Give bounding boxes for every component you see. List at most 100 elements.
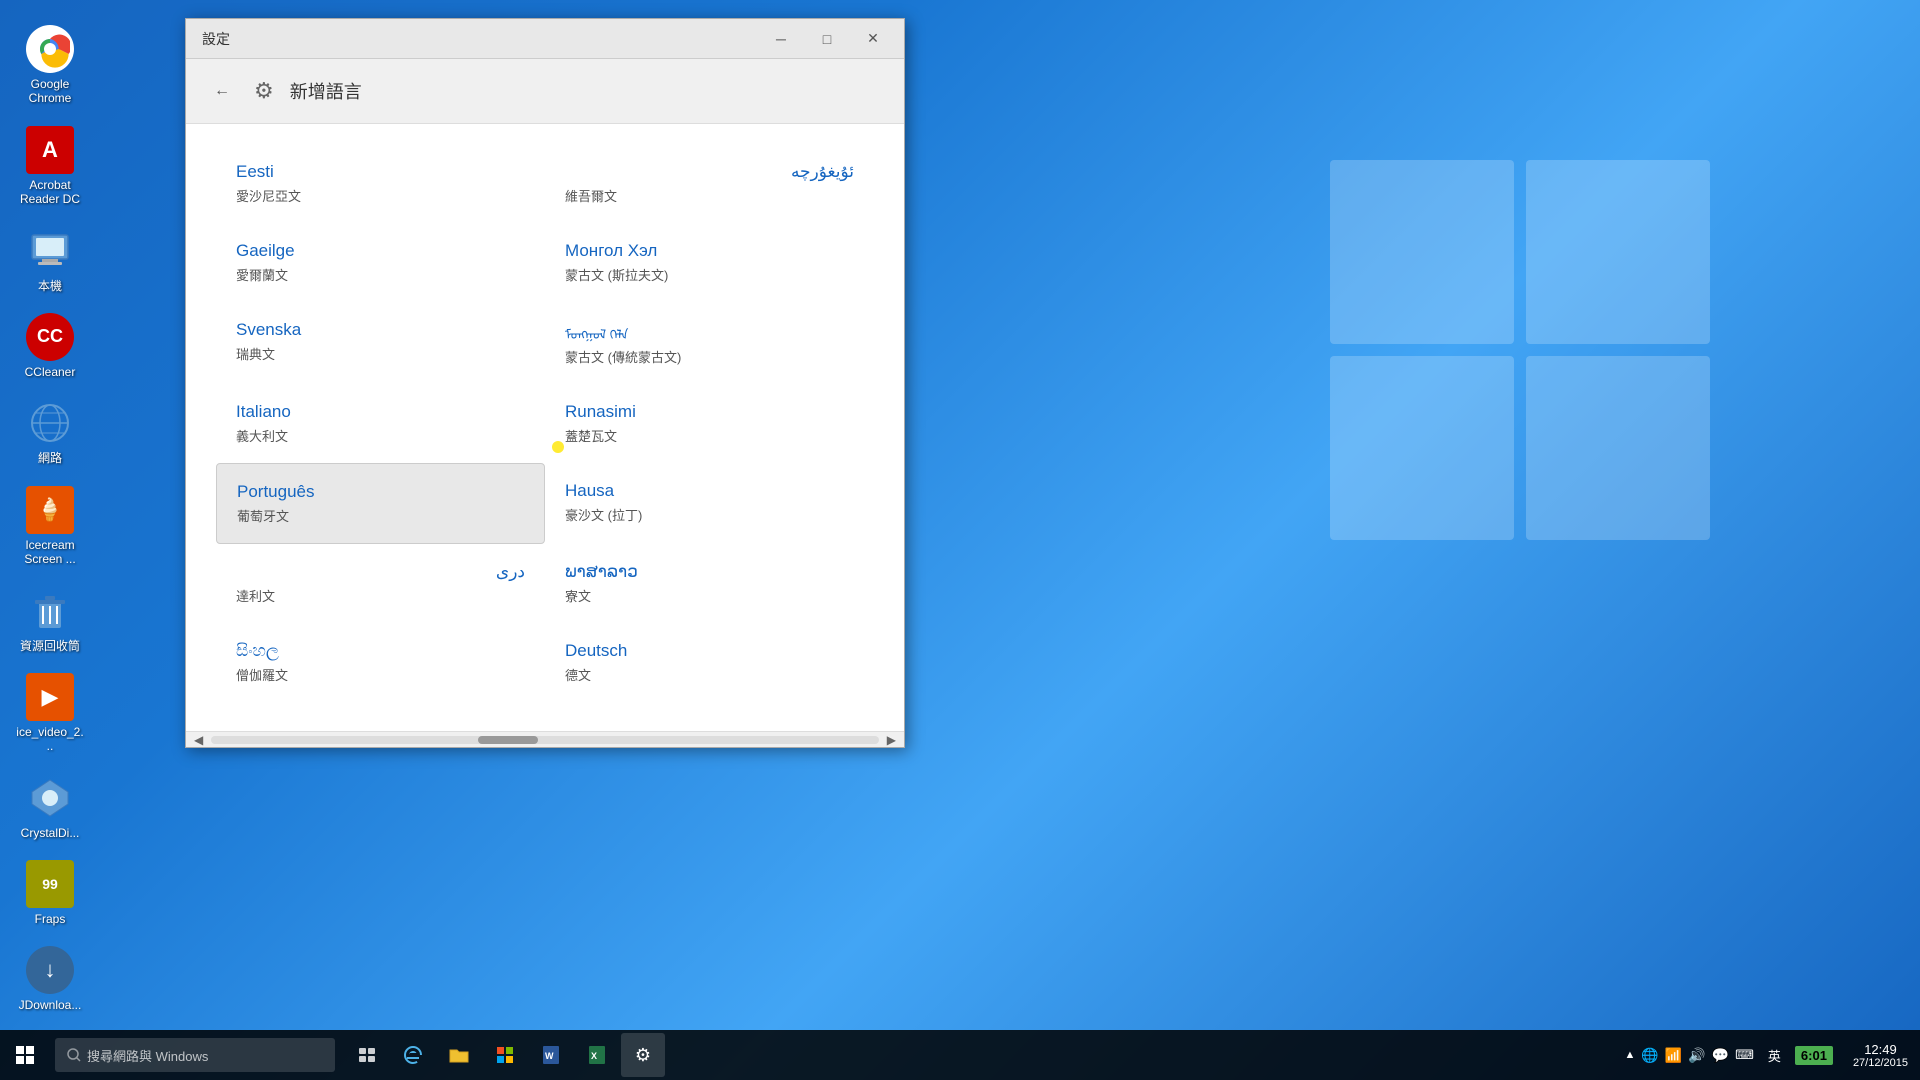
chrome-label: Google Chrome: [15, 77, 85, 106]
taskbar-tray: ▲ 🌐 📶 🔊 💬 ⌨ 英 6:01 12:49 27/12/2015: [1616, 1030, 1920, 1080]
lang-name-lao: ພາສາລາວ: [565, 562, 854, 582]
mycomputer-label: 本機: [38, 279, 62, 293]
window-titlebar: 設定 ─ □ ✕: [186, 19, 904, 59]
lang-native-gaeilge: 愛爾蘭文: [236, 265, 525, 284]
lang-native-uyghur: 維吾爾文: [565, 186, 854, 205]
lang-native-hausa: 豪沙文 (拉丁): [565, 505, 854, 524]
lang-item-hausa[interactable]: Hausa 豪沙文 (拉丁): [545, 463, 874, 544]
lang-name-sinhala: සිංහල: [236, 641, 525, 661]
recycle-label: 資源回收筒: [20, 639, 80, 653]
lang-name-dari: دری: [236, 562, 525, 582]
lang-item-deutsch[interactable]: Deutsch 德文: [545, 623, 874, 702]
lang-item-lao[interactable]: ພາສາລາວ 寮文: [545, 544, 874, 623]
scroll-right-button[interactable]: ▶: [887, 733, 896, 747]
lang-native-dari: 達利文: [236, 586, 525, 605]
lang-item-mongolian-trad[interactable]: ᠮᠣᠩᠭᠣᠯ ᠬᠡᠯᠡ 蒙古文 (傳統蒙古文): [545, 302, 874, 384]
desktop-icon-network[interactable]: 網路: [10, 394, 90, 470]
desktop-icon-area: Google Chrome A AcrobatReader DC 本機: [0, 10, 200, 1040]
search-placeholder: 搜尋網路與 Windows: [87, 1046, 208, 1065]
lang-item-sinhala[interactable]: සිංහල 僧伽羅文: [216, 623, 545, 702]
spreadsheet-button[interactable]: X: [575, 1033, 619, 1077]
lang-item-eesti[interactable]: Eesti 愛沙尼亞文: [216, 144, 545, 223]
lang-item-uyghur[interactable]: ئۇيغۇرچە 維吾爾文: [545, 144, 874, 223]
lang-name-italiano: Italiano: [236, 402, 525, 422]
language-grid: Eesti 愛沙尼亞文 ئۇيغۇرچە 維吾爾文 Gaeilge 愛爾蘭文 М…: [216, 144, 874, 702]
lang-native-sinhala: 僧伽羅文: [236, 665, 525, 684]
jdownload-label: JDownloa...: [19, 998, 82, 1012]
desktop-icon-icecream[interactable]: 🍦 IcecreamScreen ...: [10, 481, 90, 572]
lang-name-svenska: Svenska: [236, 320, 525, 340]
settings-taskbar-button[interactable]: ⚙: [621, 1033, 665, 1077]
back-button[interactable]: ←: [206, 75, 238, 107]
start-button[interactable]: [0, 1030, 50, 1080]
fraps-label: Fraps: [35, 912, 66, 926]
gear-icon: ⚙: [254, 78, 274, 104]
lang-name-eesti: Eesti: [236, 162, 525, 182]
lang-native-svenska: 瑞典文: [236, 344, 525, 363]
taskbar-items: W X ⚙: [345, 1033, 665, 1077]
network-strength-icon: 📶: [1665, 1047, 1682, 1064]
horizontal-scrollbar[interactable]: ◀ ▶: [186, 731, 904, 747]
taskbar: 搜尋網路與 Windows: [0, 1030, 1920, 1080]
desktop-icon-ccleaner[interactable]: CC CCleaner: [10, 308, 90, 384]
language-list[interactable]: Eesti 愛沙尼亞文 ئۇيغۇرچە 維吾爾文 Gaeilge 愛爾蘭文 М…: [186, 124, 904, 731]
desktop-icon-recycle[interactable]: 資源回收筒: [10, 582, 90, 658]
lang-name-gaeilge: Gaeilge: [236, 241, 525, 261]
icecream-label: IcecreamScreen ...: [24, 538, 75, 567]
lang-native-deutsch: 德文: [565, 665, 854, 684]
lang-native-runasimi: 蓋楚瓦文: [565, 426, 854, 445]
svg-text:W: W: [545, 1051, 554, 1061]
volume-icon[interactable]: 🔊: [1688, 1047, 1705, 1064]
lang-native-italiano: 義大利文: [236, 426, 525, 445]
edge-button[interactable]: [391, 1033, 435, 1077]
desktop-icon-fraps[interactable]: 99 Fraps: [10, 855, 90, 931]
system-clock[interactable]: 12:49 27/12/2015: [1841, 1030, 1920, 1080]
chevron-icon[interactable]: ▲: [1624, 1049, 1635, 1061]
lang-item-dari[interactable]: دری 達利文: [216, 544, 545, 623]
lang-name-mongolian-trad: ᠮᠣᠩᠭᠣᠯ ᠬᠡᠯᠡ: [565, 320, 854, 343]
battery-indicator: 6:01: [1795, 1046, 1833, 1065]
desktop: Google Chrome A AcrobatReader DC 本機: [0, 0, 1920, 1080]
lang-item-portugues[interactable]: Português 葡萄牙文: [216, 463, 545, 544]
word-button[interactable]: W: [529, 1033, 573, 1077]
window-title: 設定: [194, 29, 758, 49]
keyboard-icon: ⌨: [1735, 1047, 1754, 1063]
minimize-button[interactable]: ─: [758, 23, 804, 55]
lang-item-gaeilge[interactable]: Gaeilge 愛爾蘭文: [216, 223, 545, 302]
lang-native-mongolian: 蒙古文 (斯拉夫文): [565, 265, 854, 284]
scrollbar-thumb[interactable]: [478, 736, 538, 744]
lang-native-mongolian-trad: 蒙古文 (傳統蒙古文): [565, 347, 854, 366]
lang-name-uyghur: ئۇيغۇرچە: [565, 162, 854, 182]
task-view-button[interactable]: [345, 1033, 389, 1077]
lang-name-hausa: Hausa: [565, 481, 854, 501]
network-label: 網路: [38, 451, 62, 465]
file-explorer-button[interactable]: [437, 1033, 481, 1077]
windows-logo: [1320, 150, 1720, 550]
icevideo-label: ice_video_2...: [15, 725, 85, 754]
desktop-icon-icevideo[interactable]: ▶ ice_video_2...: [10, 668, 90, 759]
lang-item-italiano[interactable]: Italiano 義大利文: [216, 384, 545, 463]
settings-window: 設定 ─ □ ✕ ← ⚙ 新增語言 Eesti 愛沙尼亞文 ئۇيغۇرچە: [185, 18, 905, 748]
desktop-icon-jdownload[interactable]: ↓ JDownloa...: [10, 941, 90, 1017]
message-icon[interactable]: 💬: [1712, 1047, 1729, 1064]
ccleaner-label: CCleaner: [25, 365, 76, 379]
search-box[interactable]: 搜尋網路與 Windows: [55, 1038, 335, 1072]
maximize-button[interactable]: □: [804, 23, 850, 55]
desktop-icon-crystal[interactable]: CrystalDi...: [10, 769, 90, 845]
close-button[interactable]: ✕: [850, 23, 896, 55]
page-title: 新增語言: [290, 78, 362, 104]
desktop-icon-acrobat[interactable]: A AcrobatReader DC: [10, 121, 90, 212]
language-indicator[interactable]: 英: [1760, 1046, 1789, 1065]
scrollbar-track[interactable]: [211, 736, 879, 744]
desktop-icon-mycomputer[interactable]: 本機: [10, 222, 90, 298]
lang-name-portugues: Português: [237, 482, 524, 502]
lang-item-svenska[interactable]: Svenska 瑞典文: [216, 302, 545, 384]
scroll-left-button[interactable]: ◀: [194, 733, 203, 747]
svg-text:X: X: [591, 1051, 597, 1061]
clock-time: 12:49: [1864, 1042, 1897, 1057]
lang-item-runasimi[interactable]: Runasimi 蓋楚瓦文: [545, 384, 874, 463]
store-button[interactable]: [483, 1033, 527, 1077]
lang-name-mongolian: Монгол Хэл: [565, 241, 854, 261]
desktop-icon-chrome[interactable]: Google Chrome: [10, 20, 90, 111]
lang-item-mongolian[interactable]: Монгол Хэл 蒙古文 (斯拉夫文): [545, 223, 874, 302]
